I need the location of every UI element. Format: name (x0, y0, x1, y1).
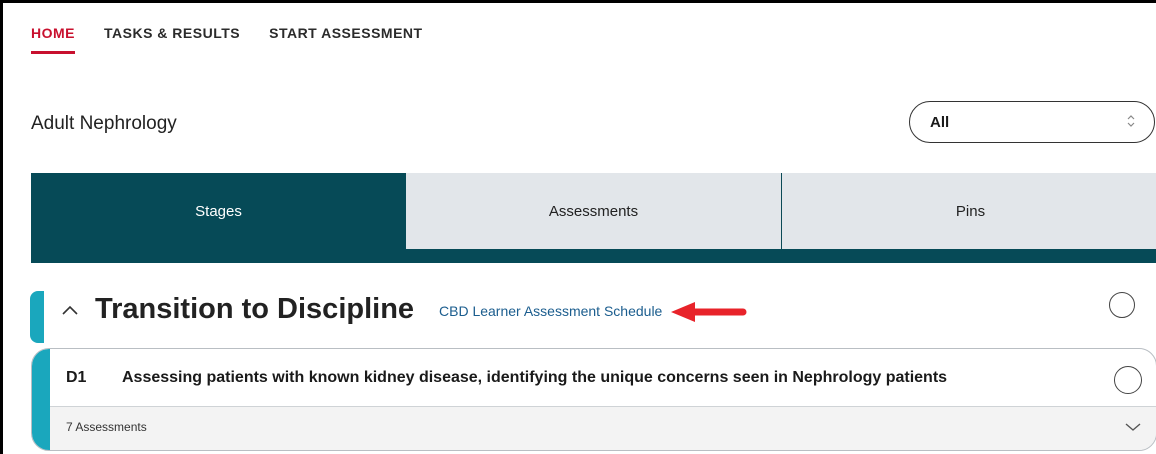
program-title: Adult Nephrology (31, 113, 177, 134)
app-frame: HOME TASKS & RESULTS START ASSESSMENT Ad… (0, 0, 1156, 454)
chevron-down-icon[interactable] (1124, 420, 1142, 432)
stage-complete-checkbox[interactable] (1109, 292, 1135, 318)
stage-title: Transition to Discipline (95, 293, 415, 325)
epa-card-header[interactable]: D1 Assessing patients with known kidney … (50, 349, 1156, 406)
epa-code: D1 (66, 369, 87, 386)
tab-underline-bar (31, 249, 1156, 263)
epa-complete-checkbox[interactable] (1114, 366, 1142, 394)
nav-tab-tasks-results[interactable]: TASKS & RESULTS (104, 25, 240, 54)
filter-select[interactable]: All (909, 101, 1155, 143)
stage-accent-bar (30, 291, 44, 343)
updown-chevron-icon (1126, 112, 1136, 132)
top-nav: HOME TASKS & RESULTS START ASSESSMENT (31, 25, 423, 54)
chevron-up-icon[interactable] (59, 299, 81, 321)
nav-tab-start-assessment[interactable]: START ASSESSMENT (269, 25, 422, 54)
nav-tab-home[interactable]: HOME (31, 25, 75, 54)
epa-assessments-toggle[interactable]: 7 Assessments (50, 406, 1156, 450)
tab-assessments[interactable]: Assessments (406, 173, 782, 249)
epa-title: Assessing patients with known kidney dis… (122, 369, 948, 386)
assessment-schedule-link[interactable]: CBD Learner Assessment Schedule (439, 303, 662, 319)
epa-card: D1 Assessing patients with known kidney … (31, 348, 1156, 451)
epa-card-accent (32, 349, 50, 450)
tab-pins[interactable]: Pins (782, 173, 1156, 249)
assessments-count: 7 Assessments (66, 420, 147, 434)
tab-stages[interactable]: Stages (31, 173, 406, 249)
arrow-annotation-icon (667, 299, 747, 325)
view-tabs: Stages Assessments Pins (31, 173, 1156, 263)
filter-select-value: All (930, 113, 950, 131)
